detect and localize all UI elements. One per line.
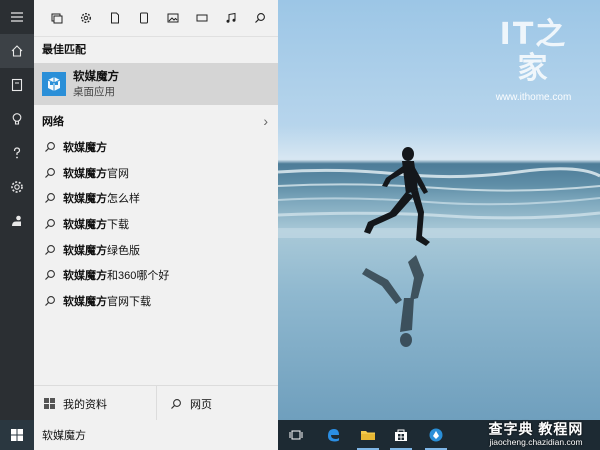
search-icon	[43, 268, 57, 282]
photos-icon	[167, 13, 178, 23]
suggestion-rest: 官网	[107, 167, 129, 180]
best-match-header: 最佳匹配	[42, 44, 86, 56]
settings-icon	[11, 181, 23, 193]
start-button[interactable]	[0, 420, 34, 450]
suggestion-match: 软媒魔方	[63, 141, 107, 154]
hamburger-menu-icon	[11, 12, 23, 22]
suggestion-match: 软媒魔方	[63, 244, 107, 257]
best-match-title: 软媒魔方	[73, 70, 119, 83]
videos-icon	[196, 14, 207, 22]
app-icon	[429, 428, 443, 442]
help-button[interactable]	[0, 136, 34, 170]
watermark-logo: IT之家	[499, 17, 568, 86]
suggestion-rest: 绿色版	[107, 244, 140, 257]
search-icon	[43, 294, 57, 308]
windows-logo-icon	[11, 429, 23, 441]
music-icon	[226, 12, 235, 23]
taskbar-search-input[interactable]: 软媒魔方	[34, 420, 278, 450]
web-search-button[interactable]: 网页	[157, 386, 278, 421]
suggestion-item[interactable]: 软媒魔方绿色版	[34, 237, 278, 263]
suggestion-item[interactable]: 软媒魔方官网下载	[34, 288, 278, 314]
web-suggestions-list: 软媒魔方 软媒魔方官网 软媒魔方怎么样 软媒魔方下载 软媒魔方绿色版 软媒魔方和…	[34, 134, 278, 314]
documents-icon	[110, 12, 119, 24]
suggestion-item[interactable]: 软媒魔方怎么样	[34, 185, 278, 211]
web-section-title: 网络	[42, 116, 64, 128]
search-icon	[43, 217, 57, 231]
notebook-icon	[11, 78, 23, 92]
store-button[interactable]	[385, 420, 417, 450]
search-scope-row: 我的资料 网页	[34, 385, 278, 421]
filter-documents-button[interactable]	[100, 4, 129, 32]
search-icon	[43, 166, 57, 180]
suggestion-match: 软媒魔方	[63, 193, 107, 206]
settings-icon	[80, 12, 91, 24]
feedback-button[interactable]	[0, 204, 34, 238]
search-filter-bar	[34, 0, 278, 37]
suggestion-rest: 怎么样	[107, 193, 140, 206]
suggestion-match: 软媒魔方	[63, 167, 107, 180]
edge-icon	[328, 429, 339, 442]
search-icon	[43, 191, 57, 205]
file-explorer-icon	[361, 431, 375, 440]
suggestion-match: 软媒魔方	[63, 295, 107, 308]
suggestion-item[interactable]: 软媒魔方官网	[34, 160, 278, 186]
suggestion-item[interactable]: 软媒魔方下载	[34, 211, 278, 237]
search-icon	[169, 397, 183, 411]
apps-icon	[51, 13, 62, 24]
suggestion-rest: 下载	[107, 218, 129, 231]
search-icon	[43, 140, 57, 154]
app-cube-icon	[42, 72, 66, 96]
notebook-button[interactable]	[0, 68, 34, 102]
site-mark-title: 查字典 教程网	[488, 421, 584, 437]
pinned-app-button[interactable]	[420, 420, 452, 450]
home-button[interactable]	[0, 34, 34, 68]
suggestion-rest: 官网下载	[107, 295, 151, 308]
suggestion-rest: 和360哪个好	[107, 270, 170, 283]
suggestion-match: 软媒魔方	[63, 270, 107, 283]
suggestion-item[interactable]: 软媒魔方	[34, 134, 278, 160]
home-icon	[11, 45, 23, 57]
hamburger-menu-button[interactable]	[0, 0, 34, 34]
my-stuff-label: 我的资料	[63, 398, 107, 411]
task-view-icon	[289, 430, 303, 440]
search-results-panel: 最佳匹配 软媒魔方 桌面应用 网络 › 软媒魔方 软媒魔方官网 软媒魔方怎么样 …	[34, 0, 278, 421]
help-icon	[13, 147, 21, 159]
site-mark-url: jiaocheng.chazidian.com	[489, 437, 583, 447]
best-match-item[interactable]: 软媒魔方 桌面应用	[34, 63, 278, 105]
windows-logo-icon	[42, 397, 56, 411]
file-explorer-button[interactable]	[352, 420, 384, 450]
feedback-icon	[12, 215, 21, 226]
start-left-rail	[0, 0, 34, 420]
watermark-url: www.ithome.com	[495, 92, 572, 103]
filter-music-button[interactable]	[216, 4, 245, 32]
suggestion-match: 软媒魔方	[63, 218, 107, 231]
filter-web-search-button[interactable]	[245, 4, 274, 32]
search-icon	[43, 243, 57, 257]
chazidian-watermark: 查字典 教程网 jiaocheng.chazidian.com	[476, 421, 596, 449]
filter-settings-button[interactable]	[71, 4, 100, 32]
web-section-header[interactable]: 网络 ›	[34, 108, 278, 134]
filter-tablet-button[interactable]	[129, 4, 158, 32]
best-match-subtitle: 桌面应用	[73, 85, 115, 98]
lightbulb-icon	[12, 113, 22, 125]
ithome-watermark: IT之家 www.ithome.com	[486, 17, 581, 104]
edge-browser-button[interactable]	[317, 420, 349, 450]
store-icon	[395, 429, 407, 441]
tablet-icon	[139, 12, 148, 24]
filter-apps-button[interactable]	[42, 4, 71, 32]
task-view-button[interactable]	[280, 420, 312, 450]
tips-button[interactable]	[0, 102, 34, 136]
settings-button[interactable]	[0, 170, 34, 204]
suggestion-item[interactable]: 软媒魔方和360哪个好	[34, 262, 278, 288]
my-stuff-button[interactable]: 我的资料	[34, 386, 157, 421]
filter-photos-button[interactable]	[158, 4, 187, 32]
chevron-right-icon: ›	[263, 113, 268, 129]
search-icon	[254, 13, 265, 23]
web-search-label: 网页	[190, 398, 212, 411]
filter-videos-button[interactable]	[187, 4, 216, 32]
